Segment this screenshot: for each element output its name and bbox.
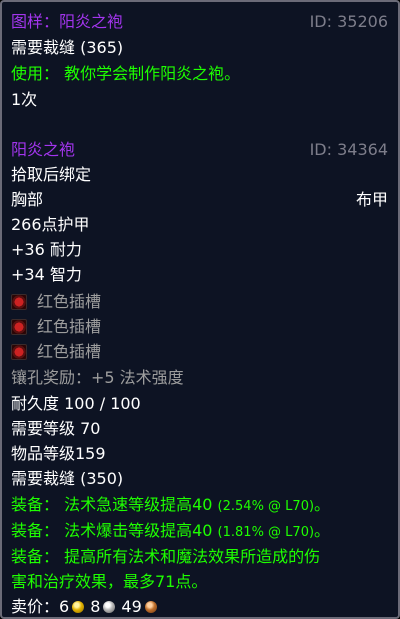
slot-row: 胸部 布甲 (11, 188, 388, 212)
silver-coin-icon (103, 601, 116, 613)
item-level: 物品等级159 (11, 444, 106, 463)
armor-value: 266点护甲 (11, 215, 90, 234)
item-id: ID: 34364 (309, 140, 388, 159)
item-tooltip: 图样：阳炎之袍 ID: 35206 需要裁缝 (365) 使用： 教你学会制作阳… (0, 0, 400, 619)
socket-label: 红色插槽 (37, 292, 102, 311)
equip-text: 装备： 法术急速等级提高40 (11, 495, 218, 514)
socket-row: 红色插槽 (11, 340, 388, 364)
socket-row: 红色插槽 (11, 290, 388, 314)
required-level: 需要等级 70 (11, 419, 101, 438)
item-name-row: 阳炎之袍 ID: 34364 (11, 138, 388, 162)
recipe-title: 图样：阳炎之袍 (11, 12, 124, 31)
socket-bonus: 镶孔奖励：+5 法术强度 (11, 368, 184, 387)
equip-haste: 装备： 法术急速等级提高40 (2.54% @ L70)。 (11, 493, 388, 517)
equip-spell-power-line1: 装备： 提高所有法术和魔法效果所造成的伤 (11, 547, 321, 566)
recipe-charges: 1次 (11, 90, 38, 109)
equip-rating-note: (1.81% @ L70) (217, 525, 315, 540)
recipe-req-tailoring: 需要裁缝 (365) (11, 38, 124, 57)
armor-type: 布甲 (355, 190, 388, 209)
recipe-use-text: 使用： 教你学会制作阳炎之袍。 (11, 64, 241, 83)
red-socket-icon (11, 294, 27, 310)
recipe-title-row: 图样：阳炎之袍 ID: 35206 (11, 10, 388, 34)
gold-coin-icon (72, 601, 85, 613)
item-slot: 胸部 (11, 190, 44, 209)
sell-price: 卖价：6 8 49 (11, 595, 388, 619)
equip-spell-power-line2: 害和治疗效果，最多71点。 (11, 572, 208, 591)
equip-end: 。 (314, 521, 331, 540)
copper-coin-icon (144, 601, 157, 613)
gold-amount: 6 (59, 597, 70, 616)
socket-label: 红色插槽 (37, 317, 102, 336)
red-socket-icon (11, 319, 27, 335)
durability: 耐久度 100 / 100 (11, 394, 141, 413)
stat-intellect: +34 智力 (11, 265, 82, 284)
item-name: 阳炎之袍 (11, 140, 76, 159)
sell-label: 卖价： (11, 597, 60, 616)
socket-label: 红色插槽 (37, 342, 102, 361)
item-req-tailoring: 需要裁缝 (350) (11, 469, 124, 488)
red-socket-icon (11, 344, 27, 360)
silver-amount: 8 (90, 597, 101, 616)
copper-amount: 49 (121, 597, 142, 616)
socket-row: 红色插槽 (11, 315, 388, 339)
equip-crit: 装备： 法术爆击等级提高40 (1.81% @ L70)。 (11, 519, 388, 543)
equip-rating-note: (2.54% @ L70) (217, 499, 315, 514)
bind-text: 拾取后绑定 (11, 165, 92, 184)
stat-stamina: +36 耐力 (11, 240, 82, 259)
recipe-id: ID: 35206 (309, 12, 388, 31)
equip-text: 装备： 法术爆击等级提高40 (11, 521, 218, 540)
equip-end: 。 (314, 495, 331, 514)
